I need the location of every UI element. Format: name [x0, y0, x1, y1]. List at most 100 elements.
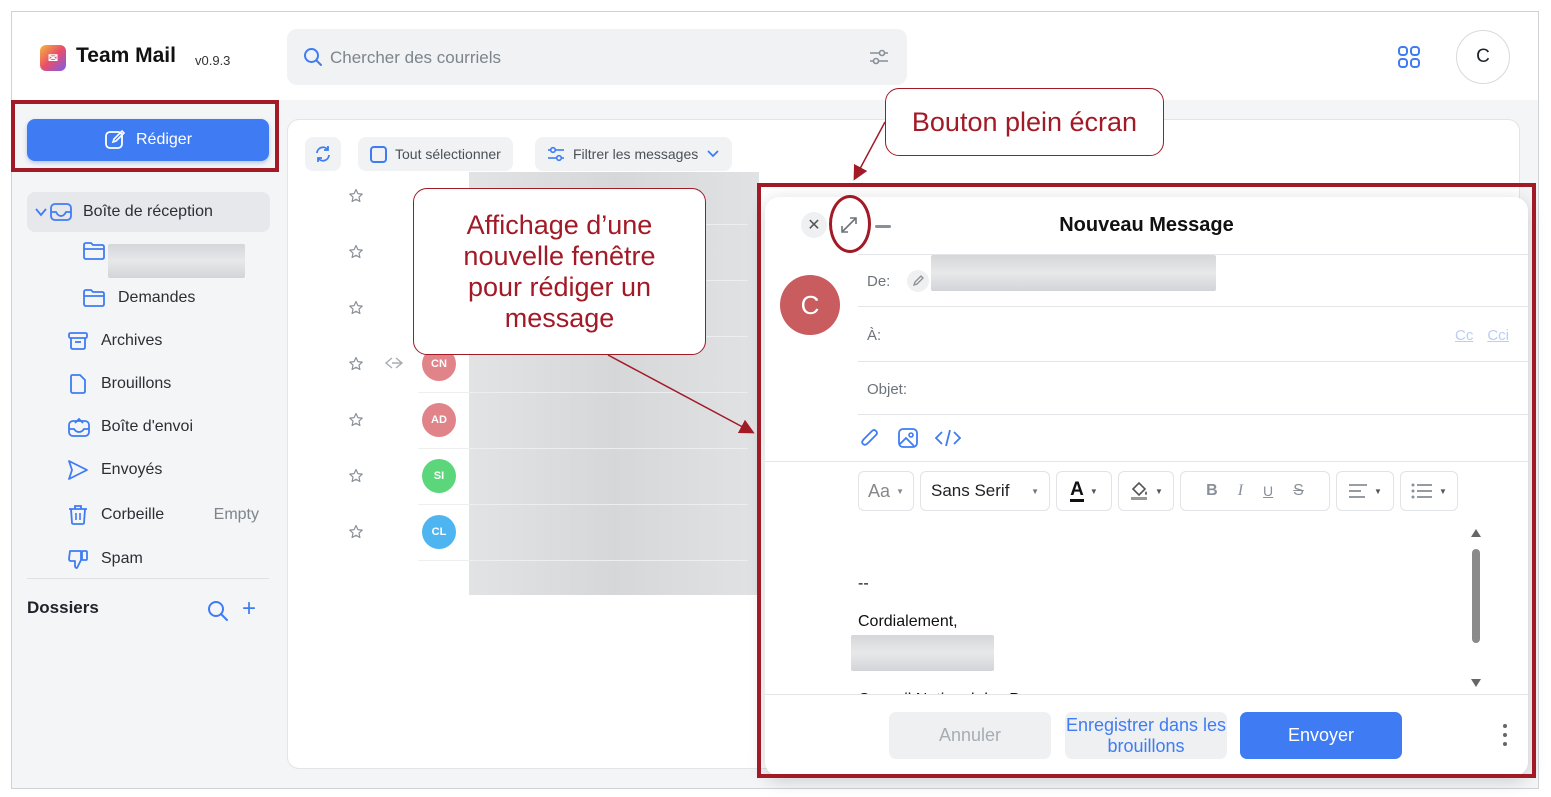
sidebar-item-trash[interactable]: Corbeille Empty	[67, 495, 267, 535]
filter-settings-icon[interactable]	[869, 48, 889, 66]
code-icon[interactable]	[935, 429, 961, 447]
underline-icon[interactable]: U	[1263, 483, 1273, 499]
compose-highlight-box	[11, 100, 279, 172]
filter-messages-button[interactable]: Filtrer les messages	[535, 137, 733, 171]
image-icon[interactable]	[897, 427, 919, 449]
sidebar-item-label: Boîte d'envoi	[101, 418, 194, 435]
message-row[interactable]: CL	[348, 504, 748, 560]
refresh-button[interactable]	[305, 137, 341, 171]
star-icon[interactable]	[348, 412, 364, 433]
from-label: De:	[867, 273, 891, 290]
field-divider	[858, 361, 1528, 362]
sidebar-item-archives[interactable]: Archives	[67, 321, 267, 361]
toolbar-divider	[765, 461, 1528, 462]
star-icon[interactable]	[348, 188, 364, 209]
align-left-icon	[1349, 484, 1368, 498]
highlight-color-button[interactable]: ▼	[1118, 471, 1174, 511]
sidebar-item-subfolder[interactable]	[82, 240, 262, 280]
to-field[interactable]	[895, 312, 1435, 354]
scroll-up-arrow-icon[interactable]	[1471, 529, 1481, 537]
strikethrough-icon[interactable]: S	[1293, 482, 1304, 500]
scrollbar-thumb[interactable]	[1472, 549, 1480, 643]
folders-title: Dossiers	[27, 598, 99, 617]
font-family-select[interactable]: Sans Serif ▼	[920, 471, 1050, 511]
sender-avatar: C	[780, 275, 840, 335]
sidebar-item-inbox[interactable]: Boîte de réception	[27, 192, 270, 232]
trash-icon	[69, 505, 87, 525]
star-icon[interactable]	[348, 468, 364, 489]
sidebar-item-demandes[interactable]: Demandes	[82, 278, 262, 318]
filter-label: Filtrer les messages	[573, 146, 699, 162]
bullet-list-icon	[1411, 483, 1433, 499]
text-color-button[interactable]: A ▼	[1056, 471, 1112, 511]
star-icon[interactable]	[348, 524, 364, 545]
sidebar: Rédiger Boîte de réception Demandes Arch…	[12, 100, 282, 788]
star-icon[interactable]	[348, 356, 364, 377]
sidebar-item-label: Demandes	[118, 289, 196, 306]
font-family-label: Sans Serif	[931, 481, 1010, 500]
edit-pencil-icon[interactable]	[906, 269, 930, 293]
forwarded-icon	[383, 355, 405, 376]
add-folder-icon[interactable]: +	[242, 597, 256, 621]
sidebar-item-drafts[interactable]: Brouillons	[67, 364, 267, 404]
star-icon[interactable]	[348, 244, 364, 265]
subject-label: Objet:	[867, 381, 908, 398]
attachment-icon[interactable]	[860, 427, 880, 449]
inbox-icon	[50, 203, 72, 221]
callout-new-window: Affichage d’une nouvelle fenêtre pour ré…	[413, 188, 706, 355]
search-folders-icon[interactable]	[207, 600, 229, 622]
list-button[interactable]: ▼	[1400, 471, 1458, 511]
cc-bcc-links: Cc Cci	[1455, 327, 1509, 344]
redacted-signature-name	[851, 635, 994, 671]
sender-avatar: AD	[422, 403, 456, 437]
sidebar-item-sent[interactable]: Envoyés	[67, 450, 267, 490]
bcc-link[interactable]: Cci	[1487, 327, 1509, 344]
app-name: Team Mail	[76, 44, 176, 67]
bold-icon[interactable]: B	[1206, 482, 1218, 500]
sidebar-item-label: Envoyés	[101, 461, 163, 478]
sender-avatar: CL	[422, 515, 456, 549]
select-all-label: Tout sélectionner	[395, 146, 501, 162]
row-divider	[418, 560, 748, 561]
sidebar-item-outbox[interactable]: Boîte d'envoi	[67, 407, 267, 447]
sidebar-item-label: Corbeille	[101, 506, 165, 523]
cc-link[interactable]: Cc	[1455, 327, 1473, 344]
font-size-label: Aa	[868, 480, 891, 501]
field-divider	[858, 306, 1528, 307]
message-row[interactable]: AD	[348, 392, 748, 448]
message-row[interactable]: SI	[348, 448, 748, 504]
compose-title: Nouveau Message	[1059, 214, 1234, 236]
star-icon[interactable]	[348, 300, 364, 321]
scroll-down-arrow-icon[interactable]	[1471, 679, 1481, 687]
text-color-icon: A	[1070, 478, 1084, 502]
send-button[interactable]: Envoyer	[1240, 712, 1402, 759]
compose-window: ✕ Nouveau Message C De: À: Cc Cci Objet:…	[765, 197, 1528, 776]
sidebar-item-spam[interactable]: Spam	[67, 539, 267, 579]
save-draft-button[interactable]: Enregistrer dans les brouillons	[1065, 712, 1227, 759]
empty-trash-link[interactable]: Empty	[214, 506, 259, 524]
cancel-button[interactable]: Annuler	[889, 712, 1051, 759]
font-size-select[interactable]: Aa ▼	[858, 471, 914, 511]
folder-icon	[83, 289, 105, 307]
format-toolbar: Aa ▼ Sans Serif ▼ A ▼ ▼ B I U S ▼ ▼	[858, 471, 1458, 511]
apps-grid-icon[interactable]	[1397, 45, 1421, 69]
signature-separator: --	[858, 575, 869, 592]
search-icon	[304, 48, 322, 66]
search-bar[interactable]: Chercher des courriels	[287, 29, 907, 85]
sender-avatar: SI	[422, 459, 456, 493]
select-all-button[interactable]: Tout sélectionner	[358, 137, 513, 171]
callout-fullscreen: Bouton plein écran	[885, 88, 1164, 156]
body-scrollbar[interactable]	[1467, 527, 1485, 687]
chevron-down-icon	[707, 150, 719, 158]
user-avatar[interactable]: C	[1456, 30, 1510, 84]
chevron-down-icon[interactable]	[33, 204, 49, 220]
italic-icon[interactable]: I	[1238, 482, 1243, 500]
archive-icon	[68, 332, 88, 350]
subject-field[interactable]	[915, 367, 1515, 409]
align-button[interactable]: ▼	[1336, 471, 1394, 511]
sidebar-item-label: Archives	[101, 332, 163, 349]
app-version: v0.9.3	[195, 53, 231, 68]
more-options-icon[interactable]	[1503, 724, 1507, 746]
paint-bucket-icon	[1131, 481, 1148, 500]
top-bar: ✉ Team Mail v0.9.3 Chercher des courriel…	[12, 12, 1538, 100]
